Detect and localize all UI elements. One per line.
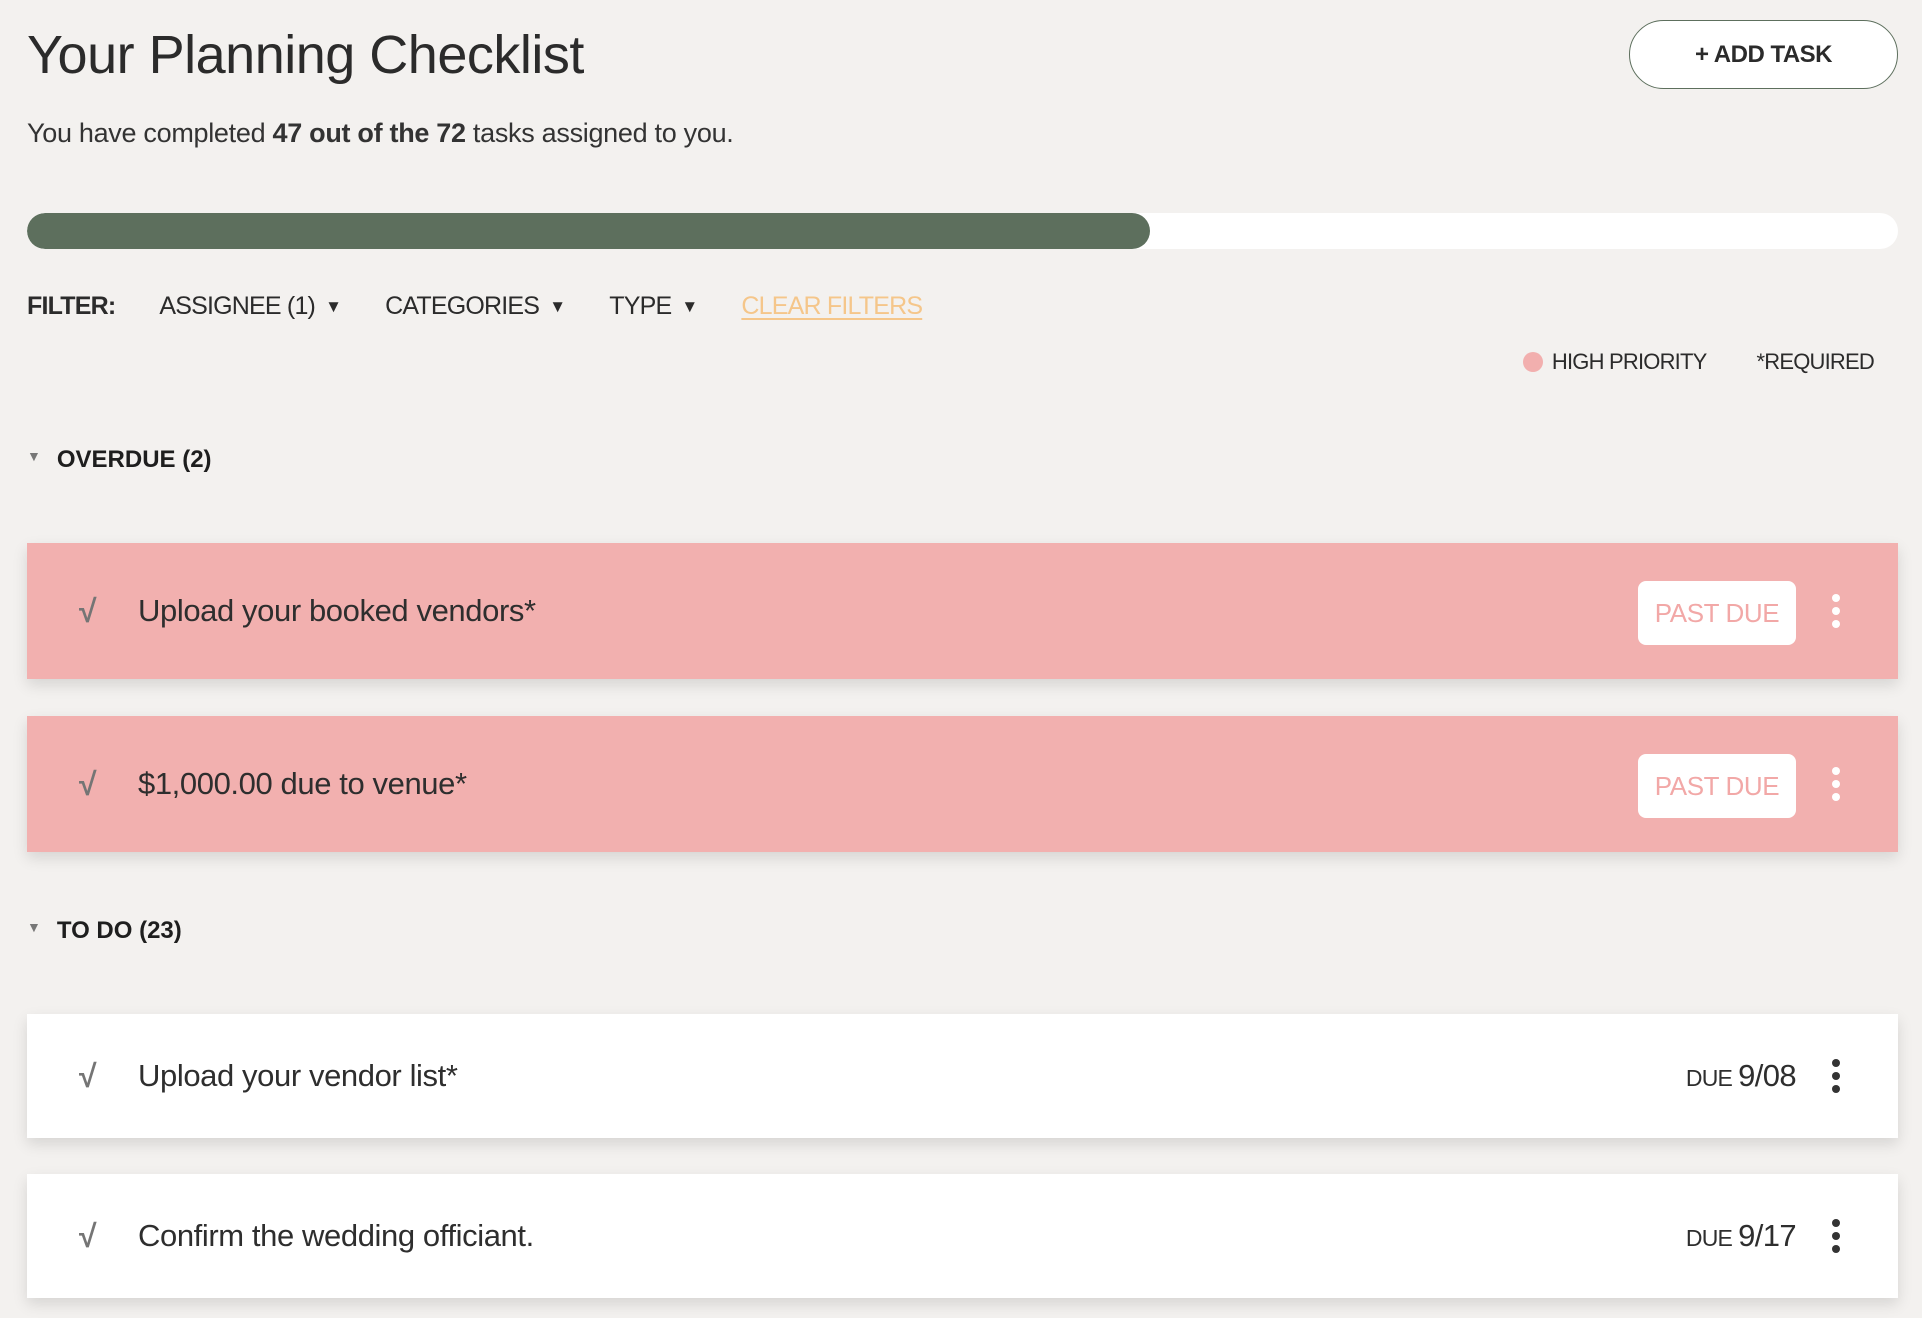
caret-down-icon: ▼ bbox=[681, 296, 698, 316]
filter-bar: FILTER: ASSIGNEE (1) ▼ CATEGORIES ▼ TYPE… bbox=[27, 292, 923, 321]
past-due-badge: PAST DUE bbox=[1638, 754, 1796, 818]
page-title: Your Planning Checklist bbox=[27, 25, 584, 85]
checkmark-icon[interactable]: √ bbox=[79, 593, 119, 630]
section-title-overdue: OVERDUE (2) bbox=[56, 446, 212, 473]
summary-count: 47 out of the 72 bbox=[272, 118, 467, 148]
more-options-icon[interactable] bbox=[1824, 767, 1848, 801]
task-name: Confirm the wedding officiant. bbox=[138, 1218, 534, 1253]
collapse-triangle-icon: ▼ bbox=[27, 448, 41, 464]
filter-type-label: TYPE bbox=[609, 292, 672, 320]
due-date: DUE 9/08 bbox=[1685, 1058, 1797, 1094]
task-name: Upload your booked vendors* bbox=[138, 593, 536, 628]
progress-bar-fill bbox=[27, 213, 1150, 249]
filter-categories-dropdown[interactable]: CATEGORIES ▼ bbox=[385, 292, 566, 321]
filter-assignee-label: ASSIGNEE (1) bbox=[159, 292, 316, 320]
due-date-value: 9/08 bbox=[1738, 1058, 1797, 1093]
checkmark-icon[interactable]: √ bbox=[79, 766, 119, 803]
task-row[interactable]: √ Confirm the wedding officiant. DUE 9/1… bbox=[27, 1174, 1898, 1298]
checkmark-icon[interactable]: √ bbox=[79, 1058, 119, 1095]
filter-assignee-dropdown[interactable]: ASSIGNEE (1) ▼ bbox=[159, 292, 342, 321]
caret-down-icon: ▼ bbox=[325, 296, 342, 316]
more-options-icon[interactable] bbox=[1824, 1219, 1848, 1253]
filter-label: FILTER: bbox=[27, 292, 116, 320]
legend-required: *REQUIRED bbox=[1756, 349, 1875, 374]
filter-categories-label: CATEGORIES bbox=[385, 292, 540, 320]
task-name: Upload your vendor list* bbox=[138, 1058, 458, 1093]
due-date: DUE 9/17 bbox=[1685, 1218, 1797, 1254]
due-date-value: 9/17 bbox=[1738, 1218, 1797, 1253]
filter-type-dropdown[interactable]: TYPE ▼ bbox=[609, 292, 698, 321]
high-priority-dot-icon bbox=[1522, 352, 1543, 372]
more-options-icon[interactable] bbox=[1824, 1059, 1848, 1093]
section-toggle-todo[interactable]: ▼ TO DO (23) bbox=[27, 917, 182, 945]
summary-suffix: tasks assigned to you. bbox=[465, 118, 734, 148]
summary-prefix: You have completed bbox=[27, 118, 273, 148]
section-title-todo: TO DO (23) bbox=[56, 917, 182, 944]
checkmark-icon[interactable]: √ bbox=[79, 1218, 119, 1255]
collapse-triangle-icon: ▼ bbox=[27, 919, 41, 935]
caret-down-icon: ▼ bbox=[549, 296, 566, 316]
due-label: DUE bbox=[1685, 1065, 1733, 1091]
due-label: DUE bbox=[1685, 1225, 1733, 1251]
more-options-icon[interactable] bbox=[1824, 594, 1848, 628]
task-name: $1,000.00 due to venue* bbox=[138, 766, 467, 801]
legend-high-priority: HIGH PRIORITY bbox=[1551, 349, 1707, 374]
task-row[interactable]: √ $1,000.00 due to venue* PAST DUE bbox=[27, 716, 1898, 852]
task-row[interactable]: √ Upload your booked vendors* PAST DUE bbox=[27, 543, 1898, 679]
add-task-button[interactable]: + ADD TASK bbox=[1629, 20, 1898, 89]
past-due-badge: PAST DUE bbox=[1638, 581, 1796, 645]
clear-filters-link[interactable]: CLEAR FILTERS bbox=[741, 292, 923, 321]
section-toggle-overdue[interactable]: ▼ OVERDUE (2) bbox=[27, 446, 212, 474]
task-row[interactable]: √ Upload your vendor list* DUE 9/08 bbox=[27, 1014, 1898, 1138]
completion-summary: You have completed 47 out of the 72 task… bbox=[27, 118, 734, 149]
legend: HIGH PRIORITY *REQUIRED bbox=[1522, 349, 1875, 375]
progress-bar bbox=[27, 213, 1898, 249]
